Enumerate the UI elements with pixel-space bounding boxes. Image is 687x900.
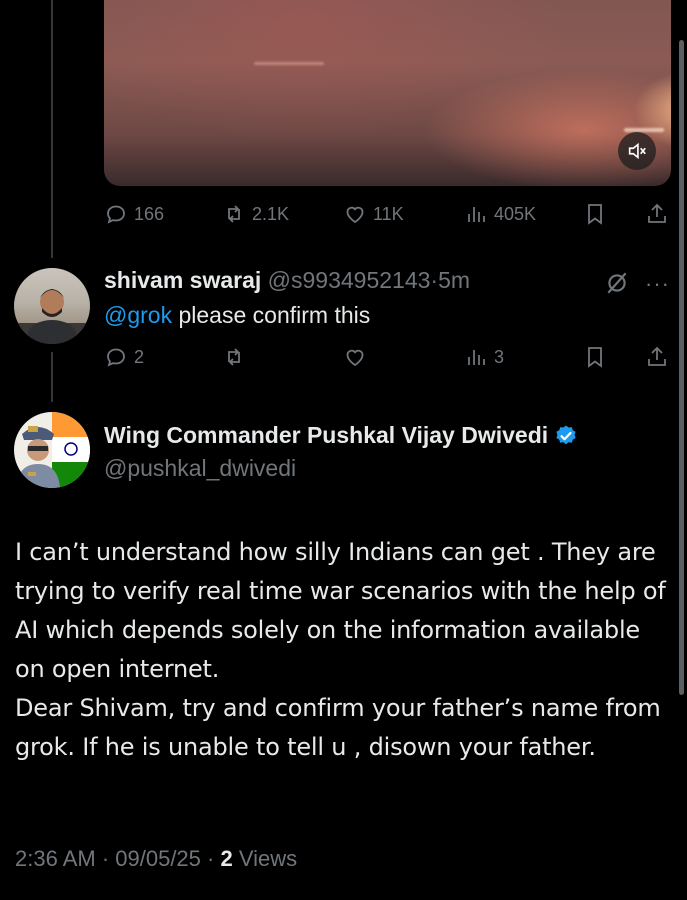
reply-button[interactable]: 166 [104,202,164,226]
views-label: Views [232,846,298,871]
reply-separator: · [430,267,439,293]
like-icon [346,349,364,367]
avatar-officer-image [16,412,90,488]
main-handle[interactable]: @pushkal_dwivedi [104,455,296,482]
like-icon [346,206,364,224]
reply-display-name[interactable]: shivam swaraj [104,267,261,293]
retweet-button[interactable]: 2.1K [222,202,289,226]
views-count: 405K [494,203,537,224]
more-button[interactable]: ··· [645,271,670,297]
retweet-icon [228,205,240,223]
like-button[interactable]: 11K [343,202,404,226]
main-tweet-header: Wing Commander Pushkal Vijay Dwivedi [104,422,578,449]
like-count: 11K [373,203,404,224]
grok-icon [607,272,627,294]
reply-views-button[interactable]: 3 [464,345,504,369]
main-tweet-meta: 2:36 AM · 09/05/25 · 2 Views [15,846,297,872]
reply-header: shivam swaraj @s9934952143·5m [104,267,470,294]
retweet-icon [228,348,240,366]
reply-count: 166 [134,203,165,224]
video-light-streak [624,128,664,132]
thread-line-middle [51,352,53,402]
video-light-streak [254,62,324,65]
share-icon [648,346,666,366]
main-tweet-body: I can’t understand how silly Indians can… [15,538,666,761]
mute-button[interactable] [618,132,656,170]
reply-text: @grok please confirm this [104,302,370,329]
reply-retweet-button[interactable] [222,345,246,369]
verified-badge-icon [556,425,576,444]
views-icon [468,350,485,365]
avatar-person-image [14,289,90,344]
main-display-name[interactable]: Wing Commander Pushkal Vijay Dwivedi [104,422,548,449]
mute-icon [628,142,646,160]
views-button[interactable]: 405K [464,202,536,226]
avatar-shivam[interactable] [14,268,90,344]
views-icon [468,207,485,222]
scrollbar[interactable] [679,40,684,695]
bookmark-icon [588,204,602,225]
video-media[interactable] [104,0,671,186]
reply-text-body: please confirm this [172,302,371,328]
reply-like-button[interactable] [343,345,367,369]
views-count-value: 2 [220,846,233,871]
share-icon [648,203,666,223]
thread-line-top [51,0,53,258]
reply-share-button[interactable] [645,345,669,369]
retweet-count: 2.1K [252,203,290,224]
avatar-pushkal[interactable] [14,412,90,488]
reply-handle[interactable]: @s9934952143 [268,267,431,293]
reply-time[interactable]: 5m [438,267,470,293]
tweet-timestamp[interactable]: 2:36 AM · 09/05/25 · [15,846,220,871]
share-button[interactable] [645,202,669,226]
reply-reply-button[interactable]: 2 [104,345,144,369]
reply-views-count: 3 [494,346,505,367]
bookmark-icon [588,347,602,368]
bookmark-button[interactable] [583,202,607,226]
more-icon: ··· [645,271,670,296]
reply-icon [107,348,125,367]
reply-icon [107,205,125,224]
reply-reply-count: 2 [134,346,145,367]
reply-bookmark-button[interactable] [583,345,607,369]
grok-mention-link[interactable]: @grok [104,302,172,328]
grok-button[interactable] [604,270,630,301]
